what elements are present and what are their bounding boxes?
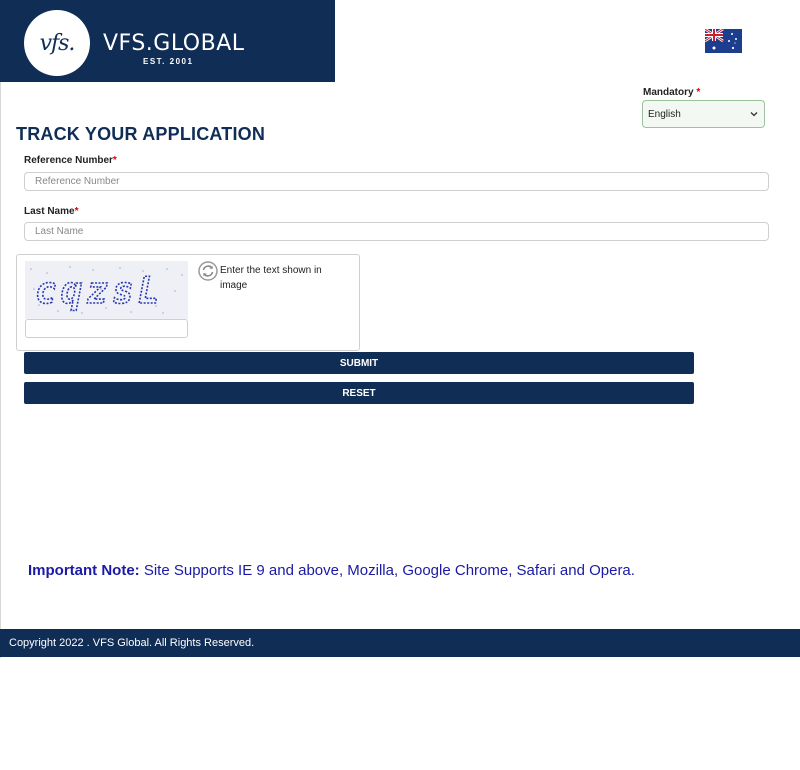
reference-number-placeholder: Reference Number xyxy=(35,176,120,187)
language-label: Mandatory * xyxy=(643,87,700,98)
refresh-icon[interactable] xyxy=(198,261,218,281)
important-note-lead: Important Note: xyxy=(28,562,140,579)
last-name-placeholder: Last Name xyxy=(35,226,84,237)
captcha-input[interactable] xyxy=(25,319,188,338)
vfs-logo[interactable]: vfs. xyxy=(24,10,90,76)
reference-number-label: Reference Number* xyxy=(24,155,117,166)
page-title: TRACK YOUR APPLICATION xyxy=(16,124,266,144)
captcha-text: cqzsL xyxy=(35,271,163,312)
language-select[interactable]: English xyxy=(642,100,765,128)
logo-text: vfs. xyxy=(39,30,76,56)
last-name-input[interactable]: Last Name xyxy=(24,222,769,241)
last-name-label: Last Name* xyxy=(24,206,78,217)
brand-name: VFS.GLOBAL xyxy=(103,31,245,56)
captcha-box: cqzsL Enter the text shown in image xyxy=(16,254,360,351)
reset-button[interactable]: RESET xyxy=(24,382,694,404)
last-name-label-text: Last Name xyxy=(24,206,75,217)
footer: Copyright 2022 . VFS Global. All Rights … xyxy=(0,629,800,657)
footer-copyright: Copyright 2022 . VFS Global. All Rights … xyxy=(9,637,255,649)
brand-est: EST. 2001 xyxy=(143,57,194,66)
reference-number-label-text: Reference Number xyxy=(24,155,113,166)
required-mark: * xyxy=(112,155,117,166)
captcha-hint: Enter the text shown in image xyxy=(220,265,322,291)
chevron-down-icon xyxy=(750,112,758,117)
language-label-text: Mandatory xyxy=(643,87,694,98)
reference-number-input[interactable]: Reference Number xyxy=(24,172,769,191)
submit-button[interactable]: SUBMIT xyxy=(24,352,694,374)
captcha-image: cqzsL xyxy=(25,261,188,319)
flag-icon[interactable] xyxy=(705,29,742,53)
header-brand: vfs. VFS.GLOBAL EST. 2001 xyxy=(0,0,335,82)
important-note: Important Note: Site Supports IE 9 and a… xyxy=(28,562,635,579)
required-mark: * xyxy=(74,206,79,217)
required-mark: * xyxy=(696,87,701,98)
important-note-text: Site Supports IE 9 and above, Mozilla, G… xyxy=(139,562,635,579)
language-select-value: English xyxy=(648,108,681,120)
